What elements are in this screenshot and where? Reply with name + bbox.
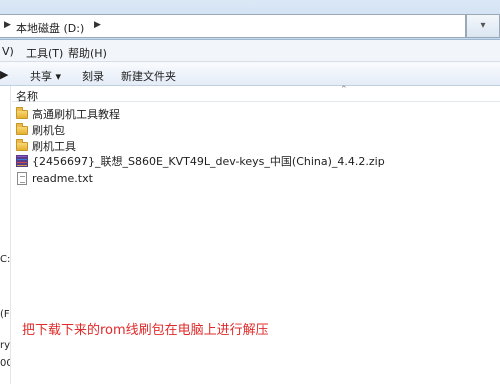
address-dropdown-button[interactable]: ▾ [466, 14, 500, 38]
menu-view[interactable]: V) [2, 45, 14, 58]
text-file-icon [16, 172, 28, 185]
new-folder-button[interactable]: 新建文件夹 [121, 68, 176, 84]
folder-icon [16, 107, 28, 120]
breadcrumb-arrow-icon[interactable]: ▶ [94, 20, 101, 30]
navigation-pane: C: (F ry 00 [0, 86, 11, 384]
file-name: {2456697}_联想_S860E_KVT49L_dev-keys_中国(Ch… [32, 155, 385, 168]
column-header: 名称 ⌃ [12, 85, 500, 104]
nav-item[interactable]: C: [0, 254, 10, 265]
address-box[interactable]: ▶ 本地磁盘 (D:) ▶ [0, 14, 466, 38]
nav-item[interactable]: (F [0, 309, 10, 320]
address-bar-area: ▶ 本地磁盘 (D:) ▶ ▾ [0, 0, 500, 40]
menu-tools[interactable]: 工具(T) [26, 45, 63, 61]
file-name: readme.txt [32, 172, 93, 185]
share-button[interactable]: 共享 ▾ [30, 68, 61, 84]
command-toolbar: ▶ 共享 ▾ 刻录 新建文件夹 [0, 62, 500, 86]
instruction-annotation: 把下载下来的rom线刷包在电脑上进行解压 [22, 323, 269, 338]
column-name-header[interactable]: 名称 [16, 88, 38, 104]
file-name: 高通刷机工具教程 [32, 108, 120, 121]
file-name: 刷机工具 [32, 140, 76, 153]
menu-help[interactable]: 帮助(H) [68, 45, 107, 61]
nav-item[interactable]: ry [0, 340, 10, 351]
breadcrumb-drive[interactable]: 本地磁盘 (D:) [16, 20, 84, 36]
sort-chevron-icon[interactable]: ⌃ [340, 85, 348, 95]
menu-bar: V) 工具(T) 帮助(H) [0, 40, 500, 62]
breadcrumb-arrow-icon[interactable]: ▶ [4, 20, 11, 30]
toolbar-left-arrow-icon[interactable]: ▶ [0, 68, 8, 81]
file-name: 刷机包 [32, 124, 65, 137]
nav-item[interactable]: 00 [0, 358, 10, 369]
folder-icon [16, 123, 28, 136]
burn-button[interactable]: 刻录 [82, 68, 104, 84]
archive-icon [16, 155, 28, 167]
folder-icon [16, 139, 28, 152]
